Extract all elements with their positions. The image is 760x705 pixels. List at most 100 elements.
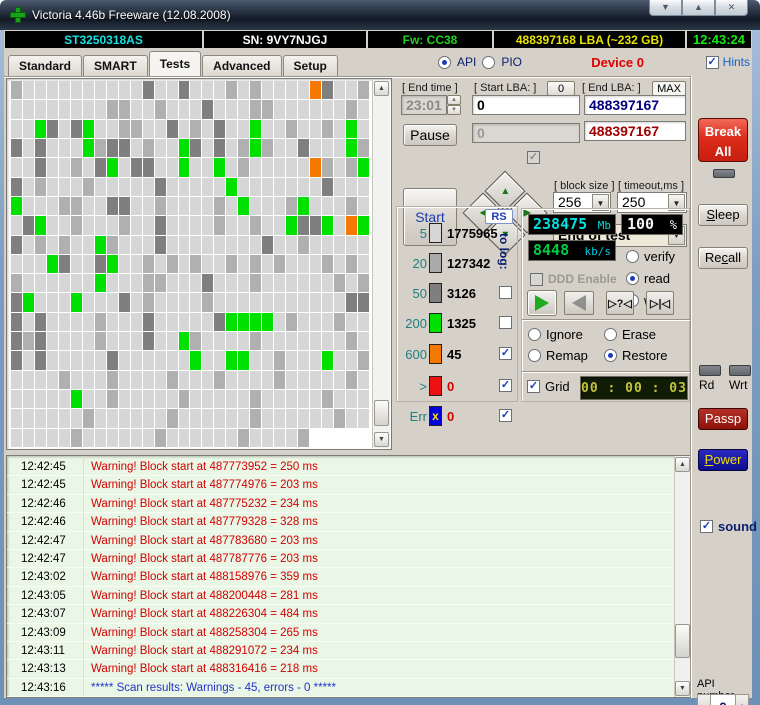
read-radio[interactable] (626, 272, 639, 285)
ignore-radio[interactable] (528, 328, 541, 341)
butterfly-seek-button[interactable]: ▷|◁ (646, 291, 674, 315)
map-block (59, 255, 70, 273)
map-block (214, 100, 225, 118)
sound-checkbox[interactable]: ✓ (700, 520, 713, 533)
map-block (274, 390, 285, 408)
tab-tests[interactable]: Tests (149, 51, 201, 76)
map-block (155, 332, 166, 350)
map-block (71, 236, 82, 254)
map-block (334, 351, 345, 369)
map-block (274, 255, 285, 273)
break-all-button[interactable]: BreakAll (698, 118, 748, 162)
pause-button[interactable]: Pause (403, 124, 457, 146)
tab-bar: StandardSMARTTestsAdvancedSetup API PIO … (4, 50, 752, 76)
log-time: 12:42:47 (21, 550, 66, 568)
tab-smart[interactable]: SMART (83, 55, 148, 76)
map-block (262, 216, 273, 234)
rs-button[interactable]: RS (485, 209, 513, 224)
hints-checkbox[interactable]: ✓ (706, 56, 719, 69)
passp-button[interactable]: Passp (698, 408, 748, 430)
map-block (298, 139, 309, 157)
map-block (23, 178, 34, 196)
scroll-down-icon[interactable]: ▼ (675, 681, 690, 696)
pio-radio[interactable] (482, 56, 495, 69)
log-rows: 12:42:45Warning! Block start at 48777395… (7, 458, 674, 697)
random-seek-button[interactable]: ▷?◁ (606, 291, 634, 315)
verify-radio[interactable] (626, 250, 639, 263)
remap-radio[interactable] (528, 349, 541, 362)
start-lba-input[interactable]: 0 (472, 95, 580, 115)
sleep-button[interactable]: Sleep (698, 204, 748, 226)
map-block (214, 120, 225, 138)
map-block (226, 100, 237, 118)
map-block (322, 351, 333, 369)
end-lba-input[interactable]: 488397167 (584, 95, 686, 115)
map-block (83, 351, 94, 369)
map-block (358, 274, 369, 292)
restore-radio[interactable] (604, 349, 617, 362)
map-block (179, 255, 190, 273)
power-button[interactable]: Power (698, 449, 748, 471)
tab-standard[interactable]: Standard (8, 55, 82, 76)
erase-radio[interactable] (604, 328, 617, 341)
log-row: 12:43:09Warning! Block start at 48825830… (7, 624, 674, 642)
block-map-scrollbar[interactable]: ▲ ▼ (372, 80, 390, 448)
scroll-up-icon[interactable]: ▲ (675, 457, 690, 472)
decrement-button[interactable]: − (697, 694, 711, 705)
to-log-checkbox[interactable]: ✓ (499, 347, 512, 360)
log-scrollbar[interactable]: ▲ ▼ (674, 456, 691, 697)
map-block (262, 429, 273, 447)
increment-button[interactable]: + (735, 694, 749, 705)
map-block (310, 216, 321, 234)
map-block (119, 236, 130, 254)
max-button[interactable]: MAX (652, 81, 686, 96)
map-block (71, 274, 82, 292)
scroll-down-icon[interactable]: ▼ (374, 432, 389, 447)
map-block (155, 313, 166, 331)
log-message: Warning! Block start at 487774976 = 203 … (91, 476, 318, 494)
map-block (346, 371, 357, 389)
map-block (47, 236, 58, 254)
map-block (346, 120, 357, 138)
map-block (238, 409, 249, 427)
separator (522, 319, 691, 321)
log-row: 12:42:45Warning! Block start at 48777395… (7, 458, 674, 476)
map-block (334, 197, 345, 215)
map-block (179, 351, 190, 369)
log-row: 12:43:16***** Scan results: Warnings - 4… (7, 679, 674, 697)
hints-label: Hints (723, 55, 750, 69)
end-time-spinner[interactable]: ▲ ▼ (447, 95, 461, 115)
ddd-enable-checkbox[interactable] (530, 273, 543, 286)
api-radio[interactable] (438, 56, 451, 69)
play-button[interactable] (528, 291, 556, 315)
to-log-checkbox[interactable]: ✓ (499, 409, 512, 422)
tab-setup[interactable]: Setup (283, 55, 338, 76)
map-block (250, 216, 261, 234)
title-bar[interactable]: Victoria 4.46b Freeware (12.08.2008) ▼ ▲… (0, 0, 760, 30)
end-time-field[interactable]: 23:01 (401, 95, 447, 115)
map-block (35, 120, 46, 138)
map-block (226, 81, 237, 99)
to-log-checkbox[interactable]: ✓ (499, 379, 512, 392)
block-size-label: [ block size ] (554, 180, 615, 192)
scroll-up-icon[interactable]: ▲ (374, 81, 389, 96)
map-block (119, 255, 130, 273)
map-block (214, 255, 225, 273)
grid-checkbox[interactable]: ✓ (527, 380, 540, 393)
tab-advanced[interactable]: Advanced (202, 55, 281, 76)
scrollbar-thumb[interactable] (374, 400, 389, 426)
reverse-button[interactable] (564, 291, 594, 315)
current-lba-field: 0 (472, 123, 580, 143)
to-log-checkbox[interactable] (499, 316, 512, 329)
scrollbar-thumb[interactable] (675, 624, 690, 658)
to-log-checkbox[interactable] (499, 286, 512, 299)
map-block (202, 313, 213, 331)
close-button[interactable]: ✕ (715, 0, 748, 16)
start-lba-zero-button[interactable]: 0 (547, 81, 575, 96)
map-block (262, 255, 273, 273)
loop-checkbox[interactable]: ✓ (527, 151, 540, 164)
maximize-button[interactable]: ▲ (682, 0, 715, 16)
recall-button[interactable]: Recall (698, 247, 748, 269)
minimize-button[interactable]: ▼ (649, 0, 682, 16)
map-block (334, 81, 345, 99)
